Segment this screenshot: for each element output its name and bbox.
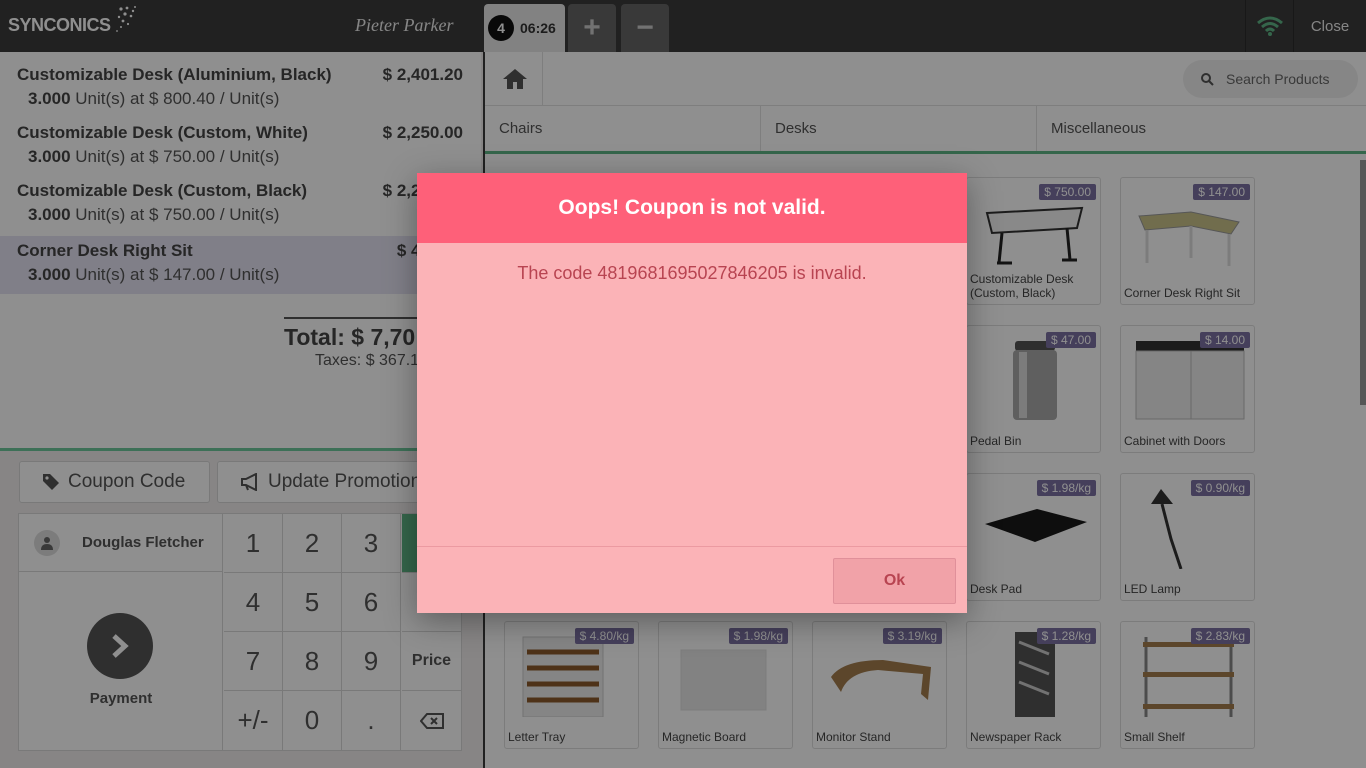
dialog-title: Oops! Coupon is not valid. xyxy=(417,173,967,243)
dialog-message: The code 4819681695027846205 is invalid. xyxy=(517,263,867,283)
ok-button[interactable]: Ok xyxy=(833,558,956,604)
dialog-footer-divider xyxy=(417,546,967,547)
coupon-error-dialog: Oops! Coupon is not valid. The code 4819… xyxy=(417,173,967,613)
